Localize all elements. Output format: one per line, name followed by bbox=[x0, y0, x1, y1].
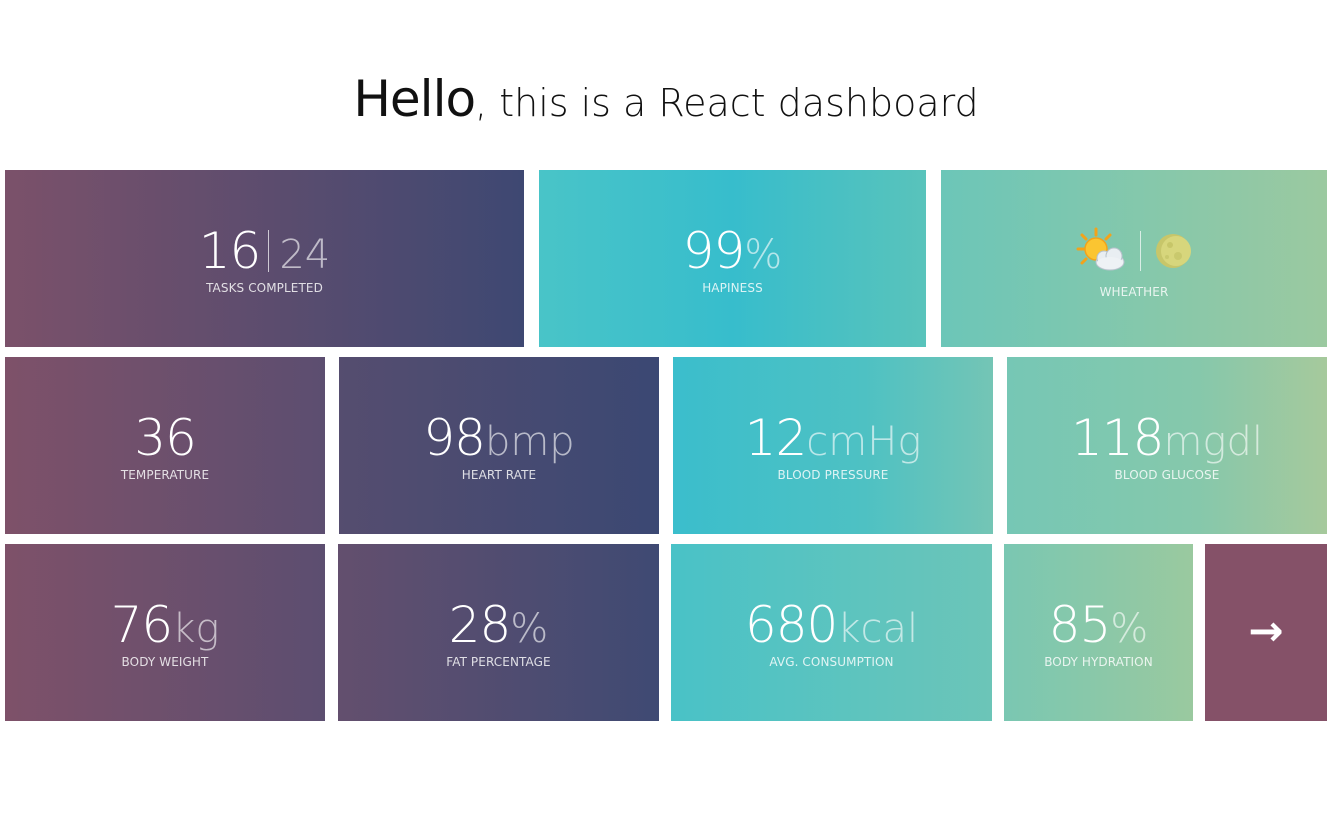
tasks-divider bbox=[268, 229, 270, 272]
moon-icon bbox=[1155, 233, 1191, 268]
tile-blood-glucose[interactable]: 118mgdl BLOOD GLUCOSE bbox=[1007, 357, 1327, 534]
tasks-caption: TASKS COMPLETED bbox=[206, 280, 323, 295]
tile-happiness[interactable]: 99% HAPINESS bbox=[539, 170, 926, 347]
heart-rate-unit: bmp bbox=[484, 418, 575, 465]
blood-pressure-value: 12cmHg bbox=[673, 413, 993, 463]
weather-icons bbox=[941, 226, 1327, 276]
fat-percentage-caption: FAT PERCENTAGE bbox=[446, 654, 551, 669]
body-weight-caption: BODY WEIGHT bbox=[121, 654, 209, 669]
heart-rate-caption: HEART RATE bbox=[461, 467, 537, 482]
consumption-value: 680kcal bbox=[671, 600, 992, 650]
tile-body-weight[interactable]: 76kg BODY WEIGHT bbox=[5, 544, 325, 721]
hydration-unit: % bbox=[1110, 605, 1149, 652]
weather-caption: WHEATHER bbox=[1099, 284, 1169, 299]
tile-avg-consumption[interactable]: 680kcal AVG. CONSUMPTION bbox=[671, 544, 992, 721]
tasks-value: 16 24 bbox=[5, 226, 524, 276]
tile-heart-rate[interactable]: 98bmp HEART RATE bbox=[339, 357, 659, 534]
body-weight-unit: kg bbox=[172, 605, 220, 652]
blood-glucose-unit: mgdl bbox=[1163, 418, 1263, 465]
blood-pressure-number: 12 bbox=[744, 408, 808, 467]
happiness-unit: % bbox=[744, 231, 783, 278]
consumption-unit: kcal bbox=[837, 605, 919, 652]
temperature-caption: TEMPERATURE bbox=[120, 467, 210, 482]
sun-behind-cloud-icon bbox=[1076, 227, 1124, 270]
tile-temperature[interactable]: 36 TEMPERATURE bbox=[5, 357, 325, 534]
title-hello: Hello bbox=[353, 70, 476, 128]
page-title: Hello, this is a React dashboard bbox=[0, 70, 1332, 128]
hydration-number: 85 bbox=[1048, 595, 1112, 654]
arrow-right-icon: → bbox=[1248, 605, 1284, 655]
blood-glucose-caption: BLOOD GLUCOSE bbox=[1114, 467, 1220, 482]
tile-blood-pressure[interactable]: 12cmHg BLOOD PRESSURE bbox=[673, 357, 993, 534]
heart-rate-value: 98bmp bbox=[339, 413, 659, 463]
heart-rate-number: 98 bbox=[423, 408, 486, 467]
tasks-total-count: 24 bbox=[279, 231, 331, 278]
happiness-caption: HAPINESS bbox=[702, 280, 763, 295]
happiness-value: 99% bbox=[539, 226, 926, 276]
title-rest: , this is a React dashboard bbox=[475, 81, 979, 125]
hydration-caption: BODY HYDRATION bbox=[1044, 654, 1153, 669]
blood-glucose-value: 118mgdl bbox=[1007, 413, 1327, 463]
tile-fat-percentage[interactable]: 28% FAT PERCENTAGE bbox=[338, 544, 659, 721]
next-page-button[interactable]: → bbox=[1205, 544, 1327, 721]
blood-pressure-caption: BLOOD PRESSURE bbox=[777, 467, 889, 482]
blood-pressure-unit: cmHg bbox=[806, 418, 922, 465]
fat-percentage-number: 28 bbox=[448, 595, 512, 654]
hydration-value: 85% bbox=[1004, 600, 1193, 650]
body-weight-number: 76 bbox=[110, 595, 174, 654]
tile-weather[interactable]: WHEATHER bbox=[941, 170, 1327, 347]
fat-percentage-unit: % bbox=[510, 605, 549, 652]
tile-tasks-completed[interactable]: 16 24 TASKS COMPLETED bbox=[5, 170, 524, 347]
fat-percentage-value: 28% bbox=[338, 600, 659, 650]
temperature-value: 36 bbox=[134, 408, 197, 467]
body-weight-value: 76kg bbox=[5, 600, 325, 650]
dashboard-page: Hello, this is a React dashboard 16 24 TA… bbox=[0, 0, 1332, 824]
weather-divider bbox=[1139, 230, 1141, 271]
happiness-number: 99 bbox=[682, 221, 746, 280]
consumption-caption: AVG. CONSUMPTION bbox=[769, 654, 894, 669]
tile-body-hydration[interactable]: 85% BODY HYDRATION bbox=[1004, 544, 1193, 721]
consumption-number: 680 bbox=[744, 595, 838, 654]
blood-glucose-number: 118 bbox=[1071, 408, 1164, 467]
tasks-completed-count: 16 bbox=[198, 221, 262, 280]
